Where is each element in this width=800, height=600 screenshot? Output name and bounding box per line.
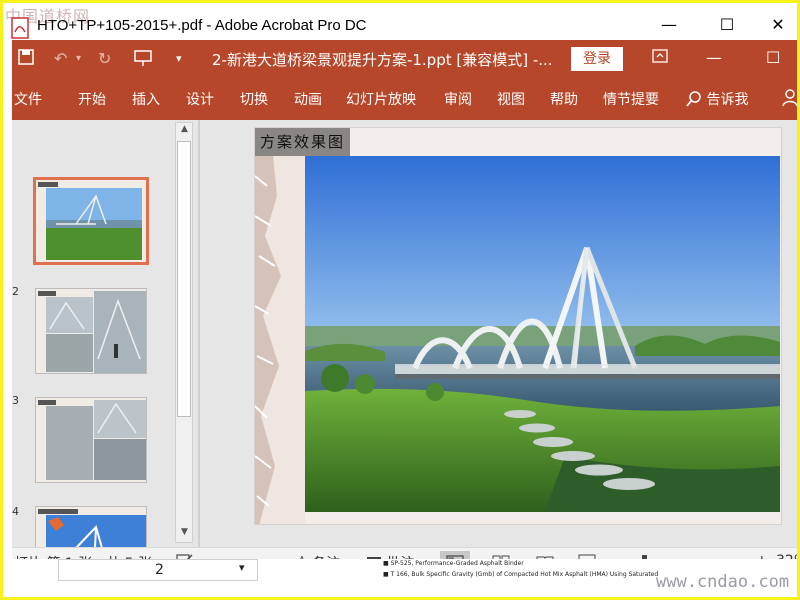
ribbon-tabs: 文件 开始 插入 设计 切换 动画 幻灯片放映 审阅 视图 帮助 情节提要 告诉… [12,78,797,120]
scrollbar-thumb[interactable] [177,141,191,417]
thumbnail-scrollbar[interactable]: ▲ ▼ [175,122,193,543]
tab-slideshow[interactable]: 幻灯片放映 [346,89,416,109]
login-button[interactable]: 登录 [571,47,623,71]
powerpoint-window: ↶ ▾ ↻ ▾ 2-新港大道桥梁景观提升方案-1.ppt [兼容模式] -...… [12,40,797,597]
save-icon[interactable] [18,49,34,69]
tab-storyboarding[interactable]: 情节提要 [603,89,659,109]
tell-me-search[interactable]: 告诉我 [686,89,748,109]
slide-thumbnail-3[interactable] [35,397,147,483]
slide-canvas[interactable]: 方案效果图 [254,127,782,525]
pane-divider[interactable] [198,120,200,547]
ppt-title-bar: ↶ ▾ ↻ ▾ 2-新港大道桥梁景观提升方案-1.ppt [兼容模式] -...… [12,40,797,78]
slide-thumbnail-2[interactable] [35,288,147,374]
ppt-document-title: 2-新港大道桥梁景观提升方案-1.ppt [兼容模式] -... [212,51,553,69]
slide-thumbnail-1[interactable] [33,177,149,265]
redo-icon[interactable]: ↻ [98,49,111,68]
watermark-bottom: www.cndao.com [656,572,790,592]
slide-1-preview [36,180,146,262]
customize-quick-access-icon[interactable]: ▾ [176,52,182,65]
tab-home[interactable]: 开始 [78,89,106,109]
tab-view[interactable]: 视图 [497,89,525,109]
doc-text-line-1: ■ SP-525, Performance-Graded Asphalt Bin… [383,560,524,567]
scroll-down-arrow-icon[interactable]: ▼ [178,527,191,541]
page-dropdown-icon[interactable]: ▾ [239,561,245,574]
minimize-button[interactable]: — [656,13,682,35]
doc-text-line-2: ■ T 166, Bulk Specific Gravity (Gmb) of … [383,571,659,578]
share-person-icon[interactable] [782,89,797,111]
bridge-rendering-image [305,156,780,512]
search-icon [686,91,701,107]
tell-me-label: 告诉我 [706,92,749,108]
tab-animations[interactable]: 动画 [294,89,322,109]
acrobat-title-bar: 中国道桥网 HTO+TP+105-2015+.pdf - Adobe Acrob… [3,3,797,41]
undo-icon[interactable]: ↶ [54,49,67,68]
undo-dropdown-icon[interactable]: ▾ [76,53,81,64]
maximize-button[interactable]: ☐ [714,13,740,35]
tab-review[interactable]: 审阅 [444,89,472,109]
tab-file[interactable]: 文件 [14,89,42,109]
pdf-file-icon [11,17,29,39]
screen-frame: 中国道桥网 HTO+TP+105-2015+.pdf - Adobe Acrob… [3,3,797,597]
page-number-field[interactable]: 2 ▾ [58,559,258,581]
map-texture-decoration [255,156,305,524]
slideshow-from-start-icon[interactable] [134,49,152,71]
slide-number-3: 3 [12,394,19,407]
slide-2-preview [36,289,146,373]
tab-design[interactable]: 设计 [186,89,214,109]
slide-3-preview [36,398,146,482]
slide-number-2: 2 [12,285,19,298]
acrobat-window-title: HTO+TP+105-2015+.pdf - Adobe Acrobat Pro… [37,17,367,34]
ppt-maximize-icon[interactable]: ☐ [766,48,780,67]
scroll-up-arrow-icon[interactable]: ▲ [178,124,191,138]
slide-thumbnail-pane: 2 3 4 ▲ ▼ [12,120,198,592]
slide-title-label: 方案效果图 [255,128,351,156]
tab-help[interactable]: 帮助 [550,89,578,109]
ribbon-display-options-icon[interactable] [652,48,668,67]
ppt-minimize-icon[interactable]: — [706,48,722,67]
close-button[interactable]: ✕ [765,13,791,35]
slide-number-4: 4 [12,505,19,518]
tab-transitions[interactable]: 切换 [240,89,268,109]
page-number-value: 2 [155,562,164,578]
tab-insert[interactable]: 插入 [132,89,160,109]
